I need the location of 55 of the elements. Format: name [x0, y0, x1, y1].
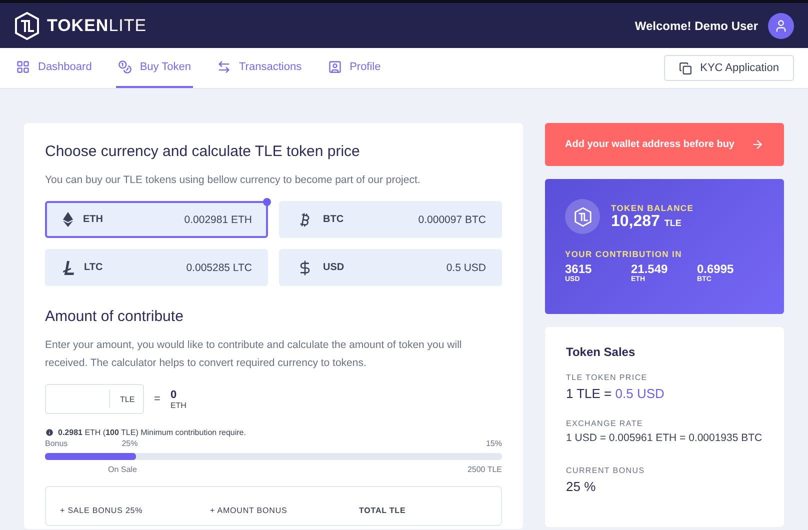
token-price: 1 TLE = 0.5 USD: [566, 386, 666, 401]
balance-label: TOKEN BALANCE: [611, 202, 694, 212]
contribution-value: 21.549: [631, 262, 669, 276]
balance-amount: 10,287: [611, 212, 660, 230]
section-title: Choose currency and calculate TLE token price: [45, 143, 361, 160]
price-label: TLE TOKEN PRICE: [566, 373, 648, 382]
currency-option[interactable]: ETH 0.002981 ETH: [45, 201, 268, 238]
selection-dot: [263, 198, 271, 206]
bonus-label: Bonus: [45, 439, 68, 448]
bonus-caption: On Sale: [108, 465, 137, 474]
result-unit: ETH: [170, 400, 186, 410]
bonus-percent: 25%: [122, 439, 138, 448]
contribution-value: 0.6995: [697, 262, 735, 276]
info-icon: [45, 428, 54, 437]
nav-tab[interactable]: Dashboard: [14, 48, 94, 88]
grid-icon: [16, 60, 30, 74]
coins-icon: [118, 60, 132, 74]
bonus-caption: 2500 TLE: [467, 465, 502, 474]
balance-unit: TLE: [664, 218, 682, 228]
arrow-right-icon: [751, 138, 764, 151]
copy-icon: [679, 62, 692, 74]
result-value: 0: [170, 388, 178, 400]
summary-label: + AMOUNT BONUS: [210, 506, 288, 515]
summary-label: TOTAL TLE: [359, 506, 406, 515]
currency-option[interactable]: LTC 0.005285 LTC: [45, 249, 268, 286]
equals-sign: =: [154, 393, 160, 405]
hexagon-logo-icon: [565, 199, 600, 234]
contribution-value: 3615: [565, 262, 593, 276]
brand-name: TOKENLITE: [47, 16, 147, 36]
user-avatar[interactable]: [768, 12, 794, 38]
bonus-percent: 15%: [486, 439, 502, 448]
nav-tab[interactable]: Buy Token: [116, 48, 193, 88]
welcome-text: Welcome! Demo User: [634, 18, 758, 32]
diamond-icon: [63, 212, 73, 227]
exchange-rate: 1 USD = 0.005961 ETH = 0.0001935 BTC: [566, 432, 763, 444]
summary-label: + SALE BONUS 25%: [60, 506, 143, 515]
rate-label: EXCHANGE RATE: [566, 419, 644, 428]
section-title: Amount of contribute: [45, 308, 184, 325]
currency-option[interactable]: BTC 0.000097 BTC: [279, 201, 502, 238]
swap-arrows-icon: [217, 60, 231, 74]
nav-tab[interactable]: Profile: [326, 48, 383, 88]
amount-field[interactable]: TLE: [45, 384, 144, 414]
hexagon-logo-icon: [14, 12, 40, 40]
bonus-value: 25 %: [566, 479, 597, 494]
user-icon: [328, 60, 342, 74]
currency-option[interactable]: USD 0.5 USD: [279, 249, 502, 286]
litecoin-icon: [63, 260, 74, 274]
section-description: You can buy our TLE tokens using bellow currency to become part of our project.: [45, 173, 422, 188]
bonus-label: CURRENT BONUS: [566, 466, 646, 475]
section-description: Enter your amount, you would like to contribute and calculate the amount of token you will received. The calculator helps to convert required currency to tokens.: [45, 338, 463, 371]
kyc-application-button[interactable]: KYC Application: [664, 55, 794, 81]
card-title: Token Sales: [566, 345, 636, 359]
nav-tab[interactable]: Transactions: [215, 48, 304, 88]
minimum-note: 0.2981 ETH (100 TLE) Minimum contribution require.: [58, 428, 246, 437]
contribution-label: YOUR CONTRIBUTION IN: [565, 249, 683, 259]
